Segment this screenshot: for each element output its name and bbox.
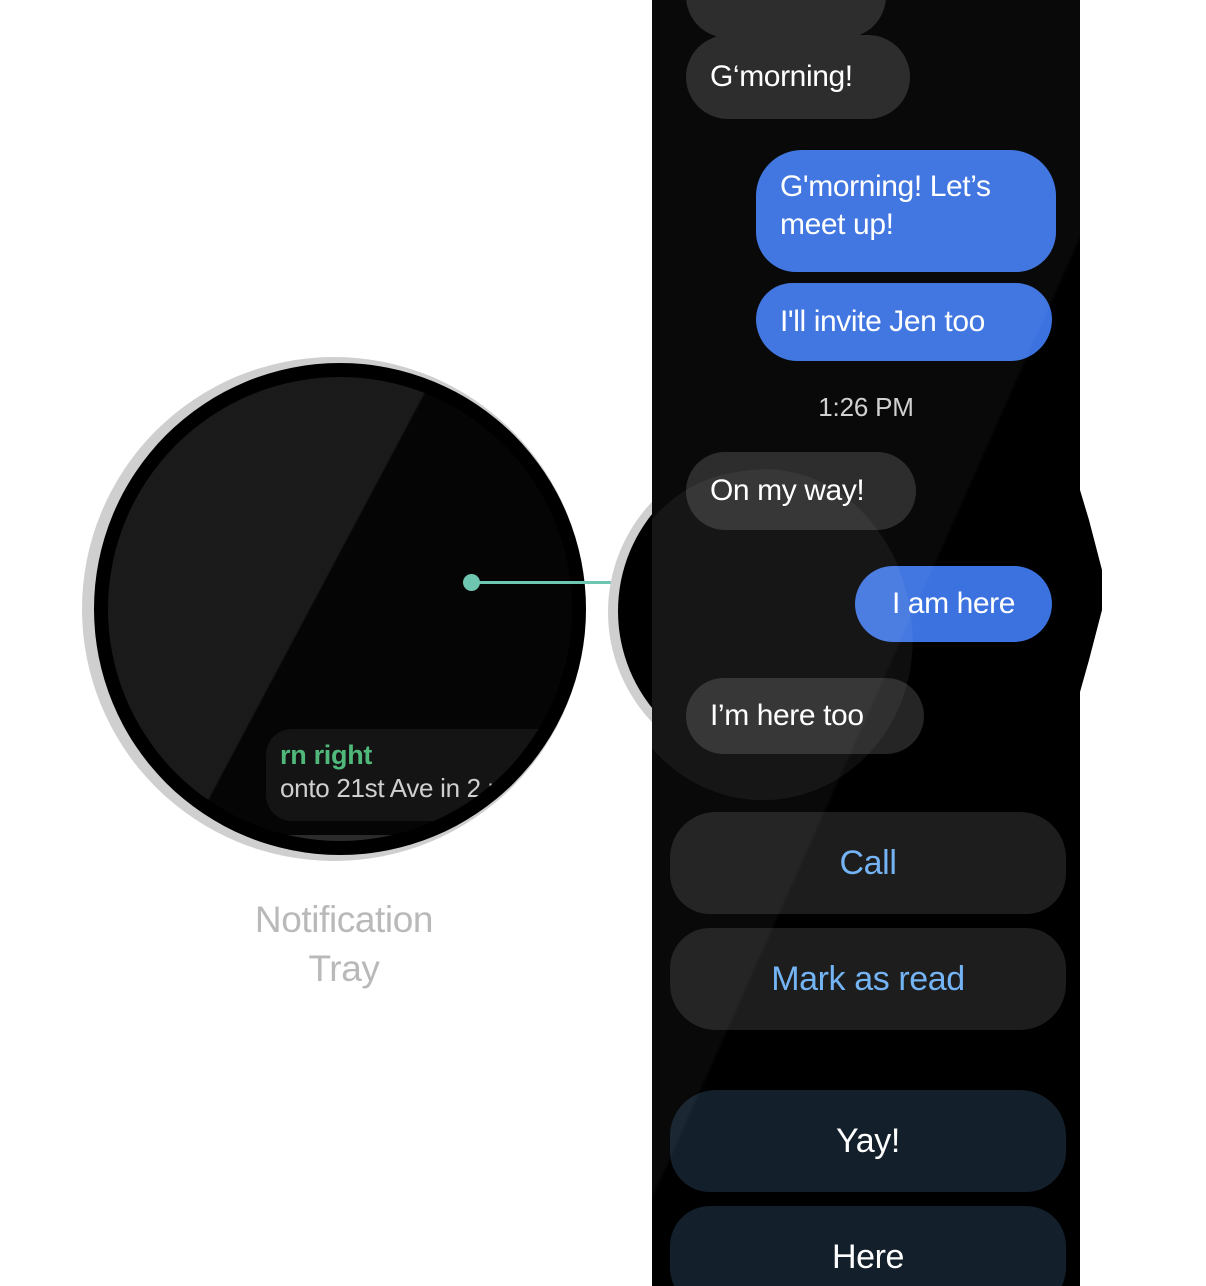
- chat-bubble-text: I am here: [891, 587, 1016, 620]
- caption-line-2: Tray: [308, 948, 380, 989]
- action-button-label: Yay!: [836, 1121, 900, 1160]
- chat-bubble-text: I’m here too: [710, 699, 864, 732]
- chat-bubble-text: G‘morning!: [710, 60, 853, 93]
- chat-bubble-outgoing-2[interactable]: I'll invite Jen too: [756, 283, 1052, 361]
- action-button-yay[interactable]: Yay!: [670, 1090, 1066, 1192]
- chat-bubble-outgoing-3[interactable]: I am here: [855, 566, 1052, 642]
- chat-bubble-outgoing-1[interactable]: G'morning! Let’s meet up!: [756, 150, 1056, 272]
- notification-tray-caption: Notification Tray: [184, 895, 504, 993]
- action-button-mark-as-read[interactable]: Mark as read: [670, 928, 1066, 1030]
- action-button-call[interactable]: Call: [670, 812, 1066, 914]
- conversation-panel: G‘morning! G'morning! Let’s meet up! I'l…: [652, 0, 1102, 1286]
- chat-bubble-incoming-2[interactable]: On my way!: [686, 452, 916, 530]
- chat-bubble-clipped[interactable]: [686, 0, 886, 38]
- navigation-subtitle: onto 21st Ave in 2 mi: [280, 773, 515, 803]
- notification-card-navigation[interactable]: rn right onto 21st Ave in 2 mi: [266, 729, 572, 821]
- conversation-timestamp: 1:26 PM: [818, 392, 914, 422]
- action-button-label: Mark as read: [771, 959, 965, 998]
- chat-bubble-text: I'll invite Jen too: [780, 305, 985, 338]
- conversation-scroll-area[interactable]: G‘morning! G'morning! Let’s meet up! I'l…: [652, 0, 1080, 1286]
- chat-bubble-incoming-3[interactable]: I’m here too: [686, 678, 924, 754]
- chat-bubble-incoming-1[interactable]: G‘morning!: [686, 35, 910, 119]
- action-button-here[interactable]: Here: [670, 1206, 1066, 1286]
- action-button-label: Here: [831, 1237, 905, 1276]
- chat-bubble-text: G'morning! Let’s meet up!: [780, 170, 991, 241]
- chat-bubble-text: On my way!: [710, 474, 865, 507]
- caption-line-1: Notification: [254, 899, 434, 940]
- notification-tray-watch: rn right onto 21st Ave in 2 mi Messages …: [82, 357, 586, 861]
- notification-card-messages[interactable]: Messages 12m Kim Green Oh my way! See yo…: [230, 835, 572, 841]
- screenshot-stage: rn right onto 21st Ave in 2 mi Messages …: [0, 0, 1206, 1286]
- watch-screen: rn right onto 21st Ave in 2 mi Messages …: [108, 377, 572, 841]
- action-button-label: Call: [839, 843, 897, 882]
- connector-line: [477, 581, 622, 584]
- navigation-title: rn right: [280, 740, 373, 770]
